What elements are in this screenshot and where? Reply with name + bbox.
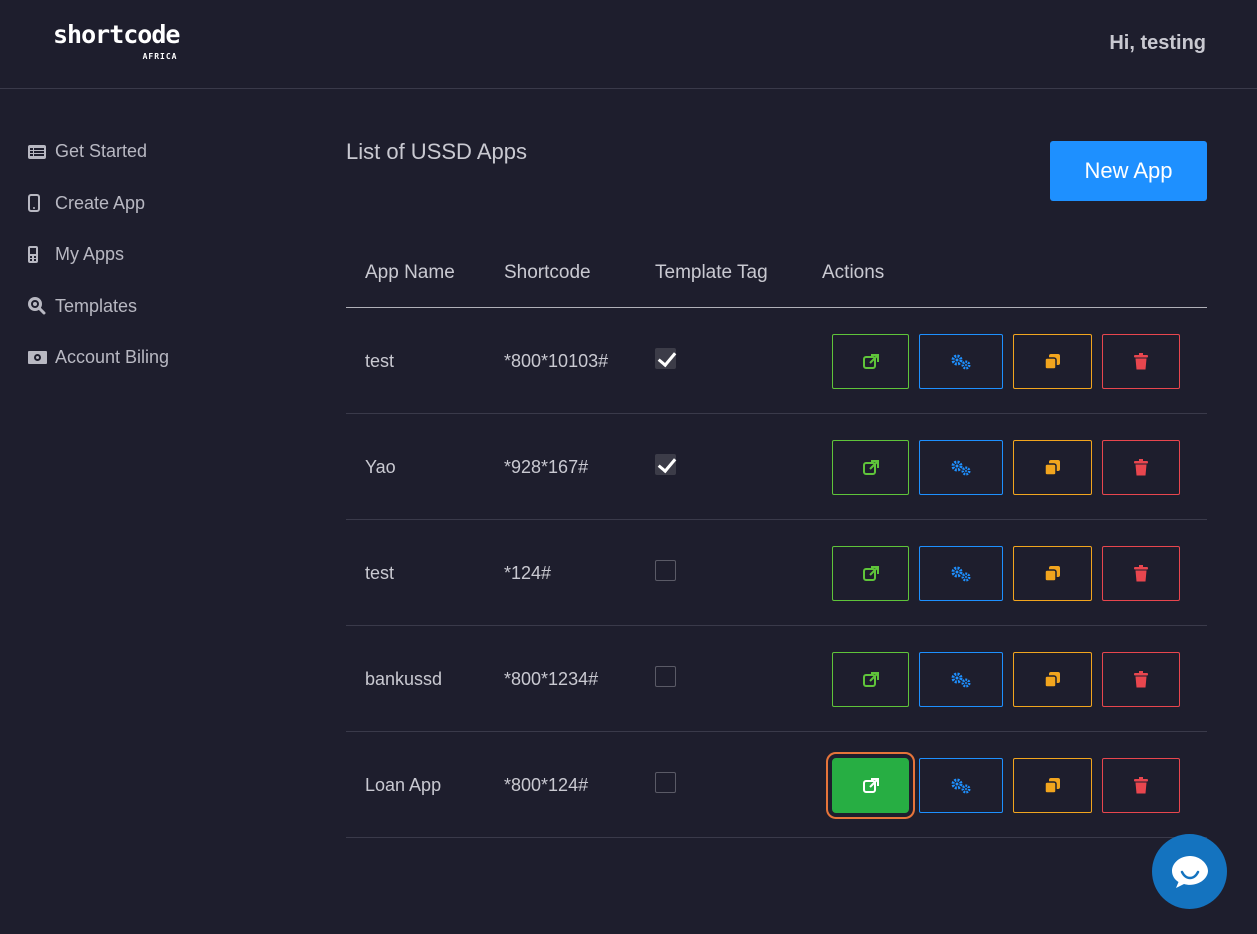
open-app-button[interactable]	[832, 440, 909, 495]
app-name-cell[interactable]: test	[365, 563, 394, 584]
app-name-cell[interactable]: Loan App	[365, 775, 441, 796]
open-app-button[interactable]	[832, 758, 909, 813]
copy-icon	[1044, 354, 1060, 370]
copy-icon	[1044, 778, 1060, 794]
cogs-icon	[951, 354, 971, 370]
open-app-button[interactable]	[832, 334, 909, 389]
template-tag-checkbox[interactable]	[655, 666, 676, 687]
logo-subtitle: AFRICA	[142, 52, 178, 61]
app-settings-button[interactable]	[919, 758, 1003, 813]
sidebar-item-templates[interactable]: Templates	[28, 281, 288, 333]
page-title: List of USSD Apps	[346, 139, 527, 164]
sidebar-item-my-apps[interactable]: My Apps	[28, 229, 288, 281]
column-header-app-name: App Name	[365, 262, 455, 283]
sidebar-item-account-billing[interactable]: Account Biling	[28, 332, 288, 384]
table-row: Yao *928*167#	[346, 414, 1207, 520]
cogs-icon	[951, 778, 971, 794]
external-link-icon	[862, 777, 879, 793]
template-tag-checkbox[interactable]	[655, 772, 676, 793]
cogs-icon	[951, 672, 971, 688]
app-name-cell[interactable]: bankussd	[365, 669, 442, 690]
shortcode-africa-logo[interactable]: shortcode AFRICA	[53, 20, 180, 62]
cogs-icon	[951, 566, 971, 582]
sidebar-item-label: Get Started	[55, 141, 148, 162]
sidebar-item-get-started[interactable]: Get Started	[28, 126, 288, 178]
copy-icon	[1044, 460, 1060, 476]
open-app-button[interactable]	[832, 652, 909, 707]
new-app-button[interactable]: New App	[1050, 141, 1207, 201]
app-name-cell[interactable]: Yao	[365, 457, 396, 478]
duplicate-app-button[interactable]	[1013, 546, 1092, 601]
sidebar-item-create-app[interactable]: Create App	[28, 178, 288, 230]
app-settings-button[interactable]	[919, 652, 1003, 707]
sidebar-item-label: Account Biling	[55, 347, 170, 368]
chat-widget-button[interactable]	[1152, 834, 1227, 909]
template-tag-checkbox[interactable]	[655, 560, 676, 581]
mobile-alt-icon	[28, 246, 50, 264]
shortcode-cell: *928*167#	[504, 457, 589, 477]
delete-app-button[interactable]	[1102, 546, 1180, 601]
cogs-icon	[951, 460, 971, 476]
app-settings-button[interactable]	[919, 546, 1003, 601]
sidebar-item-label: Create App	[55, 192, 146, 213]
shortcode-cell: *800*10103#	[504, 351, 609, 371]
shortcode-cell: *800*1234#	[504, 669, 599, 689]
column-header-template-tag: Template Tag	[655, 262, 768, 283]
trash-icon	[1134, 777, 1148, 794]
apps-table: App Name Shortcode Template Tag Actions …	[346, 241, 1207, 838]
sidebar: Get Started Create App My Apps Templates…	[28, 126, 288, 384]
duplicate-app-button[interactable]	[1013, 334, 1092, 389]
delete-app-button[interactable]	[1102, 758, 1180, 813]
external-link-icon	[862, 459, 879, 475]
shortcode-cell: *124#	[504, 563, 552, 583]
duplicate-app-button[interactable]	[1013, 440, 1092, 495]
table-header: App Name Shortcode Template Tag Actions	[346, 241, 1207, 308]
template-tag-checkbox[interactable]	[655, 348, 676, 369]
column-header-actions: Actions	[822, 262, 885, 283]
trash-icon	[1134, 565, 1148, 582]
open-app-button[interactable]	[832, 546, 909, 601]
search-icon	[28, 297, 50, 315]
top-bar: shortcode AFRICA Hi, testing	[0, 0, 1257, 89]
shortcode-cell: *800*124#	[504, 775, 589, 795]
external-link-icon	[862, 671, 879, 687]
delete-app-button[interactable]	[1102, 440, 1180, 495]
column-header-shortcode: Shortcode	[504, 262, 591, 283]
user-greeting[interactable]: Hi, testing	[1109, 32, 1206, 55]
app-settings-button[interactable]	[919, 440, 1003, 495]
delete-app-button[interactable]	[1102, 652, 1180, 707]
app-name-cell[interactable]: test	[365, 351, 394, 372]
trash-icon	[1134, 459, 1148, 476]
trash-icon	[1134, 353, 1148, 370]
money-icon	[28, 349, 50, 367]
duplicate-app-button[interactable]	[1013, 652, 1092, 707]
table-row: test *800*10103#	[346, 308, 1207, 414]
table-row: Loan App *800*124#	[346, 732, 1207, 838]
logo-wordmark: shortcode	[53, 20, 180, 49]
copy-icon	[1044, 672, 1060, 688]
external-link-icon	[862, 353, 879, 369]
sidebar-item-label: My Apps	[55, 244, 125, 265]
list-icon	[28, 143, 50, 161]
table-row: bankussd *800*1234#	[346, 626, 1207, 732]
table-row: test *124#	[346, 520, 1207, 626]
copy-icon	[1044, 566, 1060, 582]
chat-bubble-icon	[1171, 855, 1208, 888]
mobile-icon	[28, 194, 50, 213]
delete-app-button[interactable]	[1102, 334, 1180, 389]
trash-icon	[1134, 671, 1148, 688]
sidebar-item-label: Templates	[55, 295, 138, 316]
app-settings-button[interactable]	[919, 334, 1003, 389]
duplicate-app-button[interactable]	[1013, 758, 1092, 813]
external-link-icon	[862, 565, 879, 581]
template-tag-checkbox[interactable]	[655, 454, 676, 475]
